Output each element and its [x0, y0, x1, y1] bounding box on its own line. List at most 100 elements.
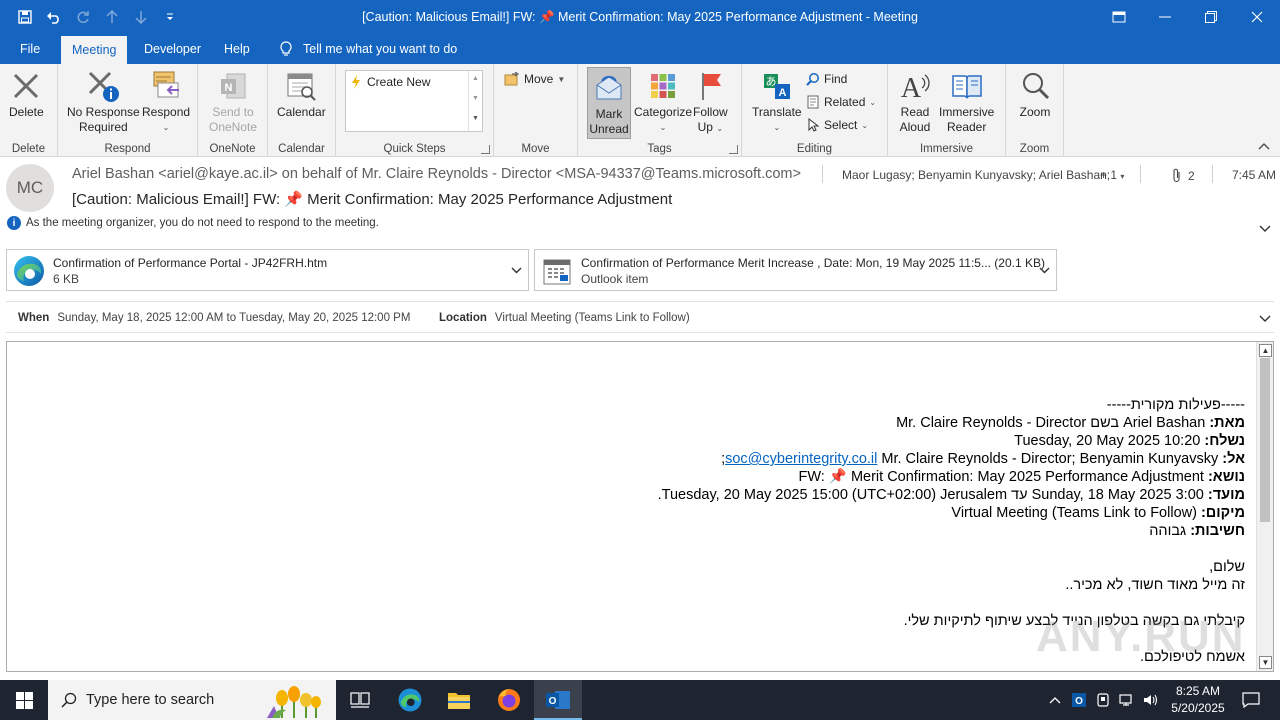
- group-label-quick-steps: Quick Steps: [383, 143, 446, 155]
- group-label-move: Move: [521, 143, 550, 155]
- respond-button[interactable]: Respond ⌄: [142, 68, 190, 135]
- select-button[interactable]: Select ⌄: [806, 115, 868, 135]
- maximize-button[interactable]: [1188, 0, 1234, 34]
- attachment-size: 6 KB: [53, 272, 80, 286]
- avatar[interactable]: MC: [6, 164, 54, 212]
- group-immersive: A Read Aloud Immersive Reader Immersive: [888, 64, 1006, 157]
- recipients[interactable]: Maor Lugasy; Benyamin Kunyavsky; Ariel B…: [842, 168, 1110, 182]
- move-button[interactable]: Move ▼: [504, 69, 565, 89]
- zoom-button[interactable]: Zoom: [1018, 68, 1052, 120]
- group-label-editing: Editing: [796, 143, 833, 155]
- scroll-thumb[interactable]: [1260, 358, 1270, 522]
- outlook-icon[interactable]: O: [534, 680, 582, 720]
- group-label-delete: Delete: [11, 143, 46, 155]
- info-text: As the meeting organizer, you do not nee…: [26, 217, 379, 229]
- when-label: When: [18, 312, 50, 324]
- read-aloud-button[interactable]: A Read Aloud: [898, 68, 932, 135]
- arrow-down-icon[interactable]: [126, 0, 155, 34]
- group-onenote: N Send to OneNote OneNote: [198, 64, 268, 157]
- meeting-location: Location Virtual Meeting (Teams Link to F…: [439, 312, 690, 324]
- close-button[interactable]: [1234, 0, 1280, 34]
- arrow-up-icon[interactable]: [97, 0, 126, 34]
- quick-steps-scroll[interactable]: ▲ ▼ ▼: [468, 71, 482, 131]
- firefox-icon[interactable]: [485, 680, 533, 720]
- scroll-up-icon[interactable]: ▲: [1259, 344, 1272, 357]
- scroll-down-icon[interactable]: ▼: [1259, 656, 1272, 669]
- taskbar-clock[interactable]: 8:25 AM 5/20/2025: [1160, 683, 1236, 717]
- attachment-htm[interactable]: Confirmation of Performance Portal - JP4…: [6, 249, 529, 291]
- mark-label-1: Mark: [595, 107, 623, 121]
- ribbon-display-options-icon[interactable]: [1096, 0, 1142, 34]
- expand-details-icon[interactable]: [1257, 311, 1273, 327]
- translate-caret-icon: ⌄: [773, 123, 781, 132]
- notification-icon[interactable]: [1236, 680, 1266, 720]
- sender[interactable]: Ariel Bashan <ariel@kaye.ac.il> on behal…: [72, 166, 801, 182]
- body-scrollbar[interactable]: ▲ ▼: [1256, 342, 1273, 671]
- follow-up-button[interactable]: Follow Up ⌄: [693, 68, 728, 136]
- tab-meeting[interactable]: Meeting: [61, 36, 128, 64]
- attachment-name: Confirmation of Performance Portal - JP4…: [53, 256, 328, 270]
- minimize-button[interactable]: [1142, 0, 1188, 34]
- ribbon-tabs: File Meeting Developer Help Tell me what…: [0, 34, 1280, 64]
- select-caret-icon: ⌄: [861, 120, 869, 130]
- read-aloud-icon: A: [898, 68, 932, 104]
- message-subject: [Caution: Malicious Email!] FW: 📌 Merit …: [72, 191, 673, 208]
- undo-icon[interactable]: [39, 0, 68, 34]
- watermark: ANY.RUN: [1036, 612, 1246, 661]
- follow-label-2: Up ⌄: [697, 120, 724, 134]
- email-link[interactable]: soc@cyberintegrity.co.il: [725, 451, 877, 467]
- attachment-outlook-item[interactable]: Confirmation of Performance Merit Increa…: [534, 249, 1057, 291]
- onenote-icon: N: [216, 68, 250, 104]
- tab-developer[interactable]: Developer: [133, 34, 212, 64]
- send-to-onenote-button[interactable]: N Send to OneNote: [209, 68, 257, 135]
- immersive-reader-label-1: Immersive: [939, 105, 995, 119]
- location-label: Location: [439, 312, 487, 324]
- onenote-label-2: OneNote: [209, 120, 258, 134]
- taskbar-search[interactable]: Type here to search: [48, 680, 336, 720]
- original-appointment-line: -----פעילות מקורית-----: [1106, 397, 1245, 413]
- no-response-required-button[interactable]: No Response Required: [67, 68, 140, 135]
- immersive-reader-button[interactable]: Immersive Reader: [939, 68, 994, 135]
- categorize-button[interactable]: Categorize ⌄: [634, 68, 692, 135]
- expand-header-icon[interactable]: [1257, 221, 1273, 237]
- start-button[interactable]: [0, 680, 48, 720]
- group-calendar: Calendar Calendar: [268, 64, 336, 157]
- volume-icon[interactable]: [1140, 680, 1162, 720]
- tab-help[interactable]: Help: [213, 34, 261, 64]
- outlook-tray-icon[interactable]: O: [1068, 680, 1090, 720]
- zoom-icon: [1018, 68, 1052, 104]
- chevron-down-icon[interactable]: [508, 262, 524, 278]
- customize-qat-icon[interactable]: [155, 0, 184, 34]
- task-view-icon[interactable]: [336, 680, 384, 720]
- device-icon[interactable]: [1092, 680, 1114, 720]
- save-icon[interactable]: [10, 0, 39, 34]
- show-hidden-icons[interactable]: [1044, 680, 1066, 720]
- create-new-quick-step[interactable]: Create New: [351, 75, 430, 89]
- tell-me-box[interactable]: Tell me what you want to do: [268, 34, 468, 64]
- tab-file[interactable]: File: [9, 34, 51, 64]
- zoom-label: Zoom: [1019, 105, 1051, 119]
- lightning-icon: [352, 75, 360, 89]
- delete-button[interactable]: Delete: [9, 68, 44, 120]
- find-button[interactable]: Find: [806, 69, 847, 89]
- quick-steps-gallery[interactable]: Create New ▲ ▼ ▼: [345, 70, 483, 132]
- calendar-button[interactable]: Calendar: [277, 68, 326, 120]
- network-icon[interactable]: [1116, 680, 1138, 720]
- search-placeholder: Type here to search: [86, 692, 215, 708]
- more-recipients-button[interactable]: + 1 ▾: [1100, 168, 1124, 182]
- move-caret-icon: ▼: [557, 74, 566, 84]
- move-label: Move: [524, 72, 554, 86]
- delete-icon: [9, 68, 43, 104]
- group-label-onenote: OneNote: [209, 143, 256, 155]
- chevron-down-icon[interactable]: [1036, 262, 1052, 278]
- location-value: Virtual Meeting (Teams Link to Follow): [494, 312, 690, 324]
- collapse-ribbon-icon[interactable]: [1258, 139, 1270, 153]
- respond-label: Respond: [142, 105, 191, 119]
- mark-unread-button[interactable]: Mark Unread: [587, 67, 631, 139]
- file-explorer-icon[interactable]: [435, 680, 483, 720]
- related-button[interactable]: Related ⌄: [806, 92, 876, 112]
- redo-icon[interactable]: [68, 0, 97, 34]
- edge-icon[interactable]: [386, 680, 434, 720]
- svg-text:O: O: [1075, 696, 1083, 707]
- translate-button[interactable]: あA Translate ⌄: [752, 68, 802, 135]
